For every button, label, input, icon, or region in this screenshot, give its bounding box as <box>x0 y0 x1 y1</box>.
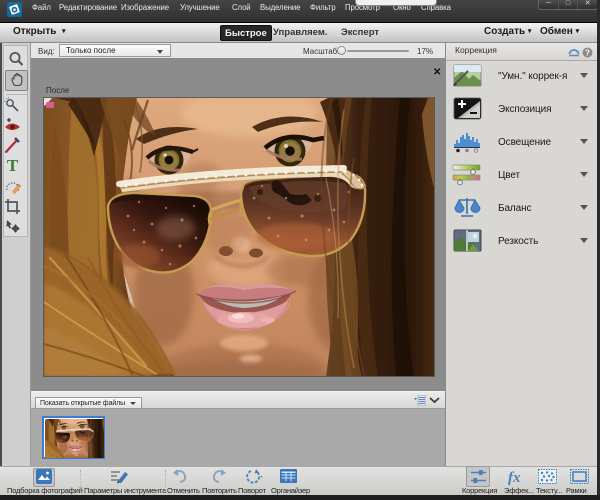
svg-text:?: ? <box>585 48 590 57</box>
svg-text:T: T <box>7 156 19 175</box>
svg-text:fx: fx <box>508 470 521 485</box>
